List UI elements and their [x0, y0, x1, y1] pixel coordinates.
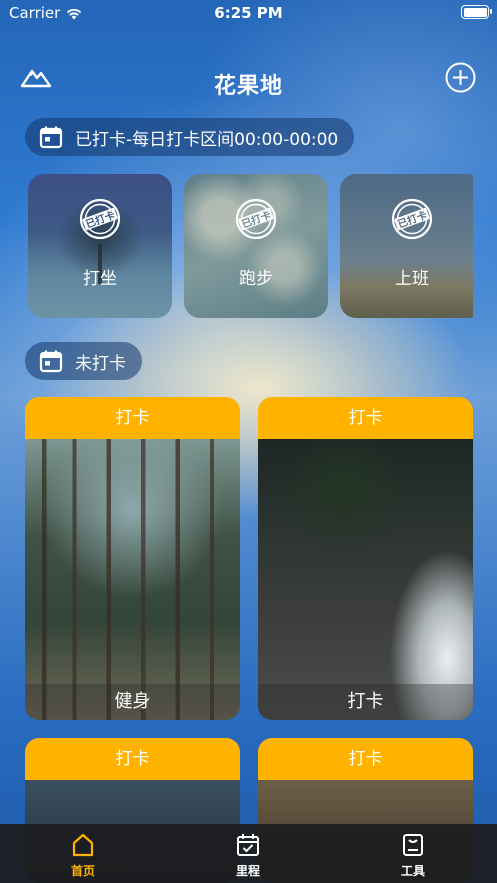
tab-home[interactable]: 首页 [53, 832, 113, 879]
unchecked-section-label: 未打卡 [75, 353, 126, 374]
calendar-icon [39, 126, 63, 149]
task-caption: 打卡 [258, 684, 473, 720]
checked-section-header: 已打卡-每日打卡区间00:00-00:00 [25, 118, 355, 156]
checked-stamp-icon: 已打卡 [235, 198, 277, 240]
calendar-check-icon [237, 834, 259, 856]
task-image: 健身 [25, 439, 240, 720]
checked-stamp-icon: 已打卡 [79, 198, 121, 240]
task-caption: 健身 [25, 684, 240, 720]
checkin-button[interactable]: 打卡 [25, 738, 240, 780]
checked-card[interactable]: 已打卡 跑步 [184, 174, 328, 318]
calendar-icon [39, 350, 63, 373]
checkin-button[interactable]: 打卡 [25, 397, 240, 439]
tab-tools[interactable]: 工具 [383, 832, 443, 879]
checked-list: 已打卡 打坐 已打卡 跑步 已打卡 上班 [28, 174, 473, 318]
checkin-button[interactable]: 打卡 [258, 738, 473, 780]
battery-icon [461, 5, 492, 19]
task-card[interactable]: 打卡 打卡 [258, 397, 473, 720]
home-icon [72, 833, 94, 857]
toolbox-icon [403, 834, 423, 856]
tab-tools-label: 工具 [400, 864, 425, 878]
clock: 6:25 PM [214, 4, 283, 22]
tab-mileage-label: 里程 [235, 864, 260, 878]
tab-home-label: 首页 [70, 864, 95, 878]
task-card[interactable]: 打卡 健身 [25, 397, 240, 720]
checked-card[interactable]: 已打卡 打坐 [28, 174, 172, 318]
tab-mileage[interactable]: 里程 [218, 832, 278, 879]
status-bar: Carrier 6:25 PM [0, 0, 497, 26]
checkin-button[interactable]: 打卡 [258, 397, 473, 439]
checked-card-label: 跑步 [239, 269, 273, 289]
checked-card[interactable]: 已打卡 上班 [340, 174, 473, 318]
checked-stamp-icon: 已打卡 [391, 198, 433, 240]
tab-bar: 首页 里程 工具 [0, 824, 497, 883]
add-icon[interactable] [445, 62, 476, 93]
page-title: 花果地 [213, 74, 283, 99]
task-image: 打卡 [258, 439, 473, 720]
unchecked-section-header: 未打卡 [25, 342, 142, 380]
nav-bar: 花果地 [0, 56, 497, 106]
checked-card-label: 打坐 [83, 269, 117, 289]
checked-card-label: 上班 [395, 269, 429, 289]
checked-section-label: 已打卡-每日打卡区间00:00-00:00 [75, 129, 339, 150]
